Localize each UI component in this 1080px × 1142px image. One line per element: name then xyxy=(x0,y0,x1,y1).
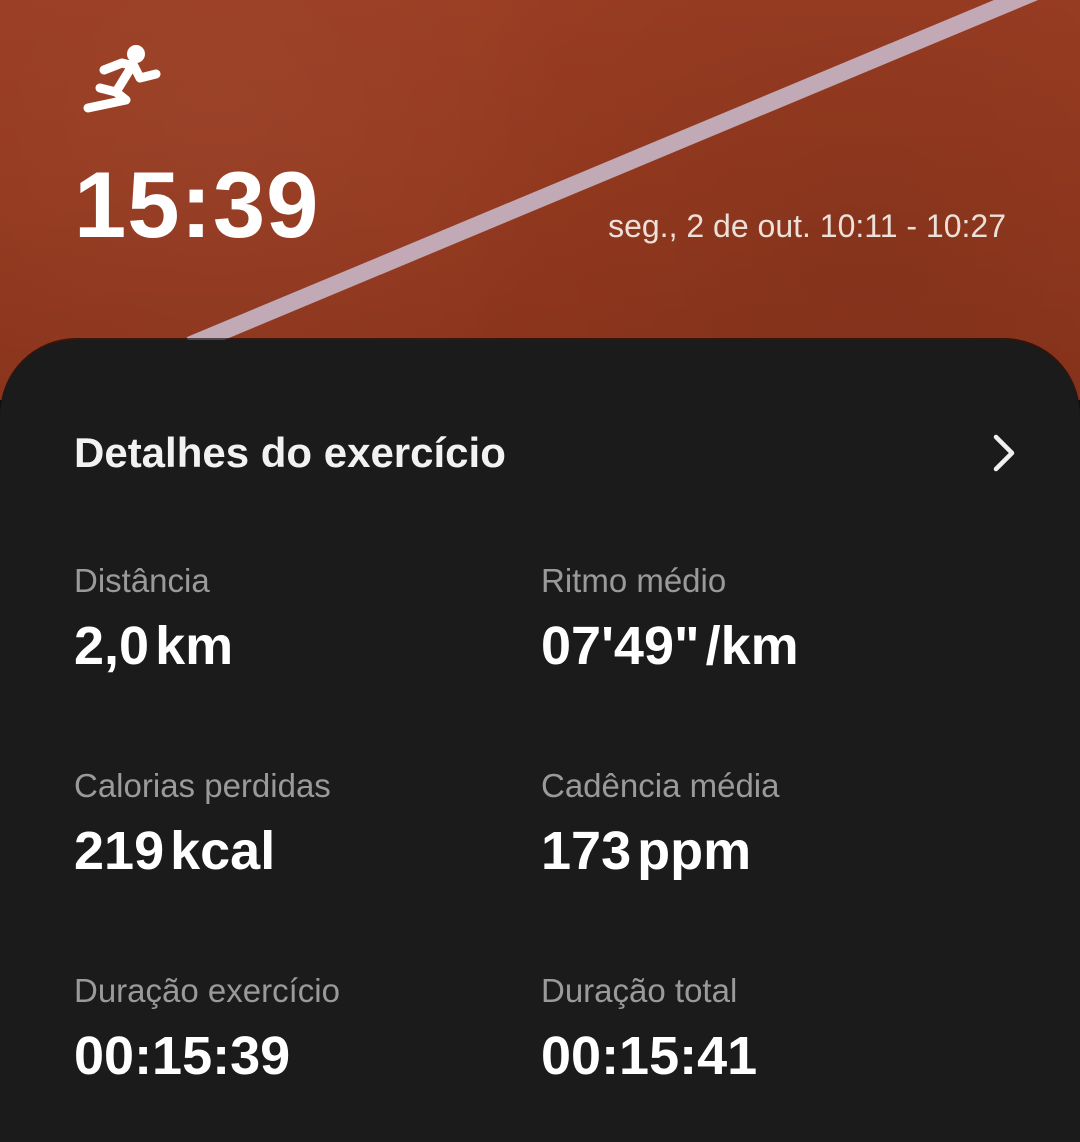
stat-value: 173 ppm xyxy=(541,824,1008,878)
stat-label: Duração total xyxy=(541,972,738,1009)
stat-value: 07'49"/km xyxy=(541,619,1008,673)
stat-number: 07'49" xyxy=(541,616,700,676)
running-person-icon xyxy=(82,44,162,114)
stat-value: 219 kcal xyxy=(74,824,541,878)
stat-unit: km xyxy=(155,616,234,676)
stat-label: Calorias perdidas xyxy=(74,767,331,804)
stat-value: 00:15:41 xyxy=(541,1029,1008,1083)
stat-average-cadence: Cadência média 173 ppm xyxy=(541,769,1008,878)
workout-summary-screen: 15:39 seg., 2 de out. 10:11 - 10:27 Deta… xyxy=(0,0,1080,1142)
exercise-details-title: Detalhes do exercício xyxy=(74,429,506,476)
workout-duration: 15:39 xyxy=(74,152,320,257)
stat-unit: kcal xyxy=(170,821,276,881)
stat-number: 00:15:39 xyxy=(74,1026,291,1086)
stat-average-pace: Ritmo médio 07'49"/km xyxy=(541,564,1008,673)
exercise-stats-grid: Distância 2,0 km Ritmo médio 07'49"/km Ca… xyxy=(74,564,1014,1083)
stat-unit: ppm xyxy=(637,821,752,881)
stat-number: 173 xyxy=(541,821,632,881)
stat-value: 00:15:39 xyxy=(74,1029,541,1083)
stat-number: 2,0 xyxy=(74,616,150,676)
stat-number: 00:15:41 xyxy=(541,1026,758,1086)
stat-total-duration: Duração total 00:15:41 xyxy=(541,974,1008,1083)
stat-label: Distância xyxy=(74,562,210,599)
chevron-right-icon[interactable] xyxy=(988,433,1018,473)
stat-label: Cadência média xyxy=(541,767,780,804)
stat-unit: /km xyxy=(705,616,799,676)
exercise-details-header[interactable]: Detalhes do exercício xyxy=(74,428,1015,478)
stat-label: Ritmo médio xyxy=(541,562,727,599)
workout-date-range: seg., 2 de out. 10:11 - 10:27 xyxy=(608,208,1006,244)
stat-calories: Calorias perdidas 219 kcal xyxy=(74,769,541,878)
stat-distance: Distância 2,0 km xyxy=(74,564,541,673)
exercise-details-card[interactable]: Detalhes do exercício Distância 2,0 km Ri… xyxy=(0,340,1080,1142)
stat-number: 219 xyxy=(74,821,165,881)
stat-value: 2,0 km xyxy=(74,619,541,673)
stat-exercise-duration: Duração exercício 00:15:39 xyxy=(74,974,541,1083)
stat-label: Duração exercício xyxy=(74,972,340,1009)
